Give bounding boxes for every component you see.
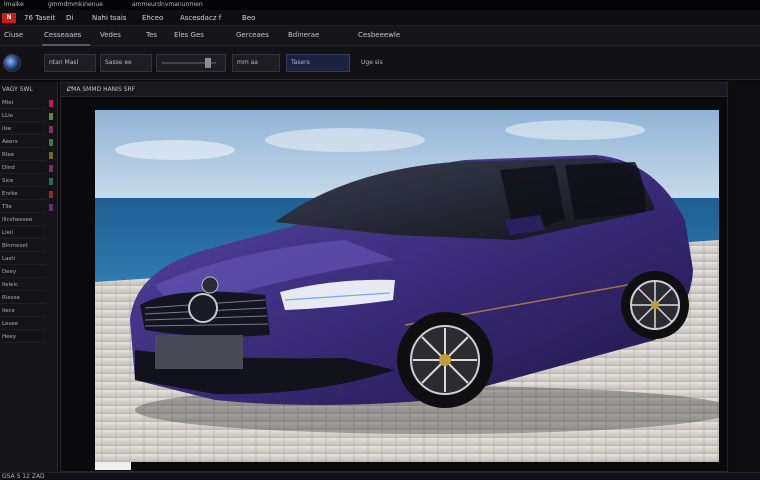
- layer-row[interactable]: Rlesse: [0, 293, 46, 304]
- tab-gerceaes[interactable]: Gerceaes: [236, 31, 269, 39]
- tool-field-2[interactable]: Sasse ee: [100, 54, 152, 72]
- layers-panel: VAGY SWL Miei LLle llse Aeers Rlee Dlnd Sice En…: [0, 82, 58, 472]
- menu-item-di[interactable]: Di: [66, 14, 73, 22]
- tab-bar: Ciuse Cesseaaes Vedes Tes Eles Ges Gerce…: [0, 26, 760, 46]
- layer-row[interactable]: Ilece: [0, 306, 46, 317]
- menu-bar: N 76 Taseit Di Nahi tsais Ehceo Ascesdac…: [0, 10, 760, 26]
- canvas-scroll-thumb[interactable]: [95, 462, 131, 470]
- layer-color-swatch: [49, 100, 53, 107]
- layer-row[interactable]: Heey: [0, 332, 46, 343]
- layer-row[interactable]: Lasti: [0, 254, 46, 265]
- tab-cesbeeewle[interactable]: Cesbeeewle: [358, 31, 400, 39]
- layer-row[interactable]: Lleli: [0, 228, 46, 239]
- title-text-2: gmmdmmkinenue: [48, 1, 103, 8]
- layer-row[interactable]: Rlee: [0, 150, 46, 161]
- layer-color-swatch: [49, 204, 53, 211]
- menu-item-beo[interactable]: Beo: [242, 14, 255, 22]
- title-text-1: lmaike: [4, 1, 24, 8]
- tab-cesseaaes[interactable]: Cesseaaes: [44, 31, 81, 39]
- layer-row[interactable]: lllcsheesee: [0, 215, 46, 226]
- menu-item-taseit[interactable]: 76 Taseit: [24, 14, 55, 22]
- layer-color-swatch: [49, 139, 53, 146]
- tab-eles-ges[interactable]: Eles Ges: [174, 31, 204, 39]
- status-text: GSA S 12 ZAD: [2, 473, 45, 480]
- layer-color-swatch: [49, 126, 53, 133]
- tool-field-1[interactable]: ntan Masl: [44, 54, 96, 72]
- tool-field-3[interactable]: mm aa: [232, 54, 280, 72]
- menu-item-ehceo[interactable]: Ehceo: [142, 14, 163, 22]
- app-logo-icon[interactable]: N: [2, 13, 16, 23]
- layer-row[interactable]: Blnmeset: [0, 241, 46, 252]
- layer-color-swatch: [49, 191, 53, 198]
- title-text-3: ammeurdnvmanunmen: [132, 1, 203, 8]
- layer-color-swatch: [49, 165, 53, 172]
- layer-row[interactable]: Deey: [0, 267, 46, 278]
- layer-row[interactable]: Lesee: [0, 319, 46, 330]
- tab-bdinerae[interactable]: Bdinerae: [288, 31, 319, 39]
- menu-item-nahi[interactable]: Nahi tsais: [92, 14, 126, 22]
- layer-row[interactable]: LLle: [0, 111, 46, 122]
- layer-row[interactable]: Enrke: [0, 189, 46, 200]
- layer-row[interactable]: llse: [0, 124, 46, 135]
- layer-color-swatch: [49, 113, 53, 120]
- canvas-image[interactable]: [95, 110, 719, 462]
- layer-row[interactable]: Sice: [0, 176, 46, 187]
- expand-icon[interactable]: ⤢: [67, 86, 721, 94]
- tool-field-4[interactable]: Tasers: [286, 54, 350, 72]
- slider-handle[interactable]: [204, 58, 211, 68]
- layer-row[interactable]: Aeers: [0, 137, 46, 148]
- toolbar: ntan Masl Sasse ee mm aa Tasers Uge sis: [0, 46, 760, 80]
- layer-row[interactable]: Dlnd: [0, 163, 46, 174]
- layer-row[interactable]: Tlle: [0, 202, 46, 213]
- color-orb-icon[interactable]: [3, 54, 21, 72]
- tab-tes[interactable]: Tes: [146, 31, 157, 39]
- tab-vedes[interactable]: Vedes: [100, 31, 121, 39]
- tab-ciuse[interactable]: Ciuse: [4, 31, 23, 39]
- status-bar: GSA S 12 ZAD: [0, 472, 760, 480]
- layer-row[interactable]: Miei: [0, 98, 46, 109]
- layer-row[interactable]: Ileleic: [0, 280, 46, 291]
- car-photo: [95, 110, 719, 462]
- layer-color-swatch: [49, 152, 53, 159]
- layers-panel-title: VAGY SWL: [2, 86, 33, 93]
- layer-color-swatch: [49, 178, 53, 185]
- tool-label-5: Uge sis: [361, 59, 383, 66]
- title-bar: lmaike gmmdmmkinenue ammeurdnvmanunmen: [0, 0, 760, 10]
- menu-item-ascesdacz[interactable]: Ascesdacz f: [180, 14, 221, 22]
- canvas-header: CMA SMMD HANIS SRF ⤢: [61, 83, 727, 97]
- right-gutter: [730, 82, 760, 472]
